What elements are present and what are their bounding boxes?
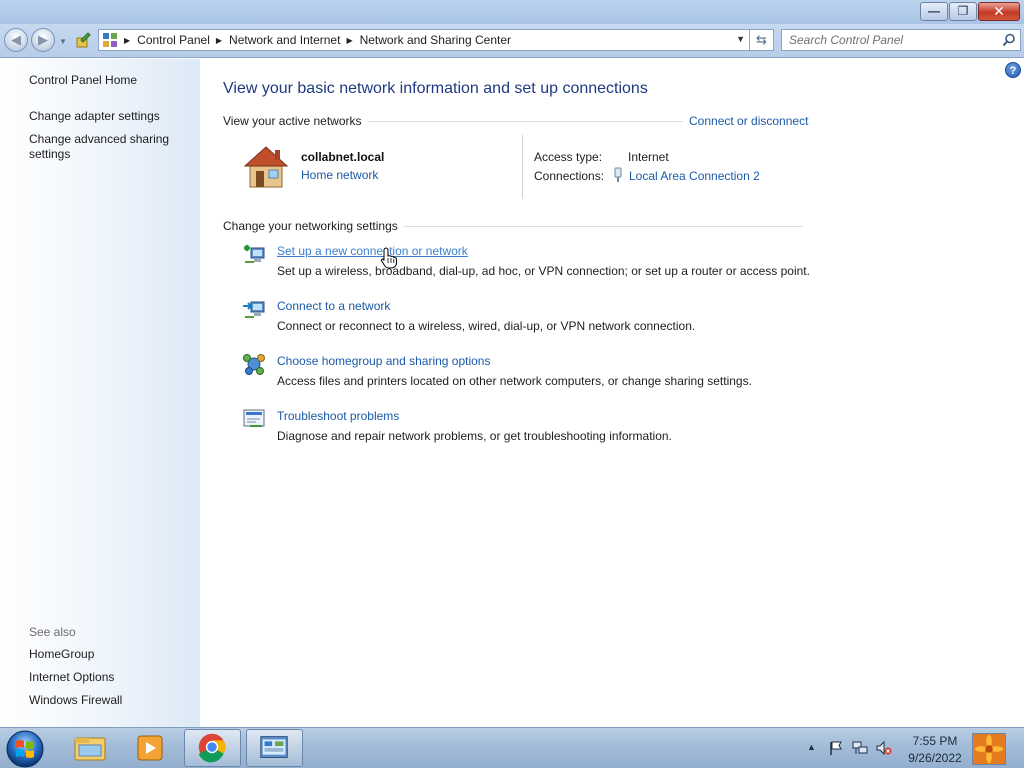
control-panel-home-link[interactable]: Control Panel Home	[29, 73, 189, 88]
forward-arrow-icon: ▶	[38, 32, 48, 47]
close-button[interactable]: ✕	[978, 2, 1020, 21]
search-input[interactable]	[782, 30, 992, 50]
network-location-link[interactable]: Home network	[301, 168, 378, 182]
homegroup-icon	[243, 354, 265, 375]
start-button[interactable]	[5, 729, 45, 768]
local-area-connection-link[interactable]: Local Area Connection 2	[629, 169, 760, 183]
volume-muted-icon[interactable]	[876, 740, 892, 756]
new-connection-icon	[244, 245, 265, 263]
system-clock[interactable]: 7:55 PM 9/26/2022	[904, 733, 966, 767]
main-content: ? View your basic network information an…	[200, 59, 1024, 727]
chrome-taskbar-button[interactable]	[184, 729, 241, 767]
windows-explorer-taskbar-icon[interactable]	[61, 729, 118, 767]
taskbar: ▲ 7:55 PM 9/26/2022	[0, 727, 1024, 768]
recent-pages-dropdown-icon[interactable]: ▼	[59, 37, 67, 46]
address-dropdown-icon[interactable]: ▼	[736, 34, 745, 44]
breadcrumb-network-sharing-center[interactable]: Network and Sharing Center	[360, 33, 511, 47]
homegroup-link[interactable]: HomeGroup	[29, 647, 189, 662]
homegroup-sharing-options-description: Access files and printers located on oth…	[277, 374, 752, 388]
active-networks-label: View your active networks	[223, 114, 368, 128]
ethernet-plug-icon	[614, 167, 622, 182]
connections-label: Connections:	[534, 169, 605, 183]
breadcrumb-chevron-icon[interactable]: ▶	[346, 36, 352, 45]
action-center-flag-icon[interactable]	[828, 740, 844, 756]
help-icon[interactable]: ?	[1005, 62, 1021, 78]
chrome-icon	[198, 733, 226, 763]
internet-options-link[interactable]: Internet Options	[29, 670, 189, 685]
refresh-icon: ⇆	[756, 32, 767, 47]
refresh-button[interactable]: ⇆	[750, 29, 774, 51]
show-hidden-icons-button[interactable]: ▲	[807, 742, 816, 752]
access-type-value: Internet	[628, 150, 669, 164]
page-title: View your basic network information and …	[223, 80, 648, 97]
navigation-bar: ◀ ▶ ▼ ▶ Control Panel ▶ Network and Inte…	[0, 24, 1024, 58]
troubleshoot-problems-link[interactable]: Troubleshoot problems	[277, 409, 399, 423]
windows-firewall-link[interactable]: Windows Firewall	[29, 693, 189, 708]
setup-new-connection-description: Set up a wireless, broadband, dial-up, a…	[277, 264, 810, 278]
window-title-bar: — ❐ ✕	[0, 0, 1024, 24]
control-panel-window-icon	[260, 736, 288, 758]
recent-locations-icon[interactable]	[75, 32, 91, 48]
troubleshoot-icon	[243, 409, 265, 427]
change-adapter-settings-link[interactable]: Change adapter settings	[29, 109, 189, 124]
control-panel-taskbar-button[interactable]	[246, 729, 303, 767]
see-also-label: See also	[29, 625, 76, 639]
breadcrumb-network-and-internet[interactable]: Network and Internet	[229, 33, 340, 47]
clock-date: 9/26/2022	[908, 751, 962, 765]
media-player-taskbar-icon[interactable]	[121, 729, 178, 767]
home-network-icon[interactable]	[242, 143, 290, 189]
search-box[interactable]	[781, 29, 1021, 51]
minimize-icon: —	[928, 4, 940, 18]
window-controls: — ❐ ✕	[919, 2, 1020, 21]
control-panel-icon	[103, 33, 117, 47]
close-icon: ✕	[993, 3, 1005, 19]
network-divider	[522, 135, 523, 199]
hand-cursor-icon	[380, 247, 397, 269]
user-tile-flower-icon[interactable]	[972, 733, 1006, 765]
breadcrumb-chevron-icon[interactable]: ▶	[124, 36, 130, 45]
left-task-pane: Control Panel Home Change adapter settin…	[0, 59, 200, 727]
networking-settings-label: Change your networking settings	[223, 219, 404, 233]
search-icon[interactable]	[1002, 33, 1016, 47]
clock-time: 7:55 PM	[912, 734, 958, 748]
back-arrow-icon: ◀	[11, 32, 21, 47]
maximize-icon: ❐	[957, 4, 969, 18]
connect-to-network-icon	[243, 301, 265, 318]
setup-new-connection-link[interactable]: Set up a new connection or network	[277, 244, 468, 258]
connect-to-network-link[interactable]: Connect to a network	[277, 299, 390, 313]
connect-to-network-description: Connect or reconnect to a wireless, wire…	[277, 319, 696, 333]
minimize-button[interactable]: —	[920, 2, 948, 21]
back-button[interactable]: ◀	[4, 28, 28, 52]
connect-or-disconnect-link[interactable]: Connect or disconnect	[683, 114, 809, 128]
network-tray-icon[interactable]	[852, 740, 868, 756]
breadcrumb-control-panel[interactable]: Control Panel	[137, 33, 210, 47]
forward-button[interactable]: ▶	[31, 28, 55, 52]
change-advanced-sharing-settings-link[interactable]: Change advanced sharing settings	[29, 132, 189, 162]
network-name: collabnet.local	[301, 150, 385, 164]
access-type-label: Access type:	[534, 150, 603, 164]
troubleshoot-problems-description: Diagnose and repair network problems, or…	[277, 429, 672, 443]
address-bar[interactable]: ▶ Control Panel ▶ Network and Internet ▶…	[98, 29, 750, 51]
homegroup-sharing-options-link[interactable]: Choose homegroup and sharing options	[277, 354, 490, 368]
maximize-button[interactable]: ❐	[949, 2, 977, 21]
breadcrumb-chevron-icon[interactable]: ▶	[216, 36, 222, 45]
